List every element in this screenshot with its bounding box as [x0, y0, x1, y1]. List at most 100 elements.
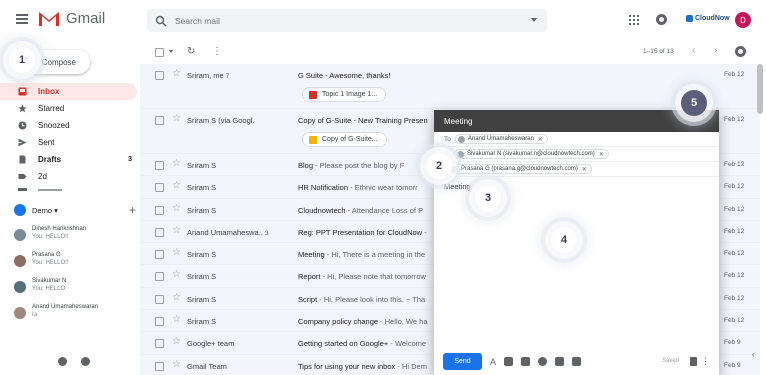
photo-icon[interactable] — [572, 356, 582, 366]
star-icon[interactable]: ☆ — [172, 247, 181, 258]
gmail-logo[interactable]: Gmail — [38, 10, 105, 27]
sidebar-item-sent[interactable]: Sent — [0, 134, 140, 151]
contact-item[interactable]: Sivakumar N You: HELLO — [14, 278, 138, 302]
sidebar-item-label: Inbox — [38, 87, 60, 96]
settings-gear-icon[interactable] — [735, 46, 746, 57]
recipient-chip[interactable]: Prasana G (prasana.g@cloudnowtech.com) ✕ — [448, 164, 592, 174]
email-subject: Report - Hi, Please note that tomorrow — [298, 272, 426, 281]
contact-item[interactable]: Dinesh Harikrishnan You: HELLO!! — [14, 226, 138, 250]
apps-grid-icon[interactable] — [629, 15, 639, 25]
to-field-line-2[interactable]: Sivakumar N (sivakumar.n@cloudnowtech.co… — [434, 147, 719, 162]
search-bar[interactable] — [147, 9, 547, 32]
search-input[interactable] — [175, 15, 515, 26]
drive-icon[interactable] — [555, 356, 565, 366]
search-options-icon[interactable] — [531, 18, 537, 22]
sidebar-item-drafts[interactable]: Drafts 3 — [0, 151, 140, 168]
brand-logo[interactable]: CloudNow — [686, 15, 730, 22]
star-icon[interactable]: ☆ — [172, 113, 181, 124]
attachment-chip[interactable]: Copy of G-Suite... — [302, 132, 387, 147]
star-icon[interactable]: ☆ — [172, 203, 181, 214]
star-icon[interactable]: ☆ — [172, 180, 181, 191]
row-checkbox[interactable] — [155, 183, 164, 193]
row-checkbox[interactable] — [155, 71, 164, 80]
row-checkbox[interactable] — [155, 339, 164, 349]
remove-recipient-icon[interactable]: ✕ — [582, 166, 587, 173]
row-checkbox[interactable] — [155, 250, 164, 260]
star-icon[interactable]: ☆ — [172, 225, 181, 236]
emoji-icon[interactable] — [538, 356, 548, 366]
side-panel-toggle-icon[interactable]: ‹ — [752, 350, 755, 359]
next-page-icon[interactable]: › — [714, 45, 717, 56]
subject-text: Getting started on Google+ — [298, 339, 389, 349]
notifications-icon[interactable] — [656, 14, 667, 25]
row-checkbox[interactable] — [155, 227, 164, 237]
recipient-chip[interactable]: Sivakumar N (sivakumar.n@cloudnowtech.co… — [454, 149, 609, 159]
row-checkbox[interactable] — [155, 116, 164, 125]
list-scrollbar[interactable] — [757, 64, 763, 114]
remove-recipient-icon[interactable]: ✕ — [538, 136, 543, 143]
to-field-line-3[interactable]: Prasana G (prasana.g@cloudnowtech.com) ✕ — [434, 162, 719, 177]
contact-item[interactable]: Prasana G You: HELLO!! — [14, 252, 138, 276]
star-icon[interactable]: ☆ — [172, 68, 181, 79]
star-icon[interactable]: ☆ — [172, 336, 181, 347]
sidebar-item-label: Drafts — [38, 155, 62, 164]
to-field[interactable]: To Anand Umamaheswaran ✕ — [434, 132, 719, 147]
account-caret-icon[interactable]: ▾ — [52, 206, 58, 215]
send-button[interactable]: Send — [443, 352, 482, 370]
email-row[interactable]: ☆ Sriram, me 7 G Suite - Awesome, thanks… — [140, 64, 760, 109]
sender-name: Sriram S — [187, 272, 217, 282]
more-options-icon[interactable]: ⋮ — [212, 46, 222, 57]
formatting-icon[interactable]: A — [490, 357, 496, 367]
chat-icon[interactable] — [81, 357, 90, 366]
contact-status: You: HELLO!! — [32, 233, 69, 240]
recipient-avatar — [451, 165, 458, 173]
account-avatar[interactable]: D — [735, 12, 751, 28]
remove-recipient-icon[interactable]: ✕ — [599, 151, 604, 158]
star-icon[interactable]: ☆ — [172, 158, 181, 169]
contact-item[interactable]: Anand Umamaheswaran ra — [14, 304, 138, 328]
link-icon[interactable] — [521, 356, 531, 366]
row-checkbox[interactable] — [155, 272, 164, 282]
recipient-chip[interactable]: Anand Umamaheswaran ✕ — [454, 134, 548, 144]
row-checkbox[interactable] — [155, 205, 164, 215]
sidebar-item-2d[interactable]: 2d — [0, 168, 140, 185]
contact-avatar — [14, 281, 26, 293]
row-checkbox[interactable] — [155, 361, 164, 371]
refresh-icon[interactable]: ↻ — [187, 46, 195, 57]
main-menu-icon[interactable] — [16, 14, 28, 24]
person-icon[interactable] — [58, 357, 67, 366]
prev-page-icon[interactable]: ‹ — [692, 45, 695, 56]
email-sender: Gmail Team — [187, 362, 287, 371]
star-icon[interactable]: ☆ — [172, 269, 181, 280]
discard-draft-icon[interactable] — [690, 356, 697, 366]
more-options-icon[interactable]: ⋮ — [701, 356, 710, 367]
attach-icon[interactable] — [504, 356, 514, 366]
sidebar-item-label: Sent — [38, 138, 55, 147]
email-date: Feb 12 — [724, 272, 745, 280]
select-all-checkbox[interactable] — [155, 48, 164, 57]
inbox-icon — [18, 87, 27, 96]
email-sender: Sriram S — [187, 206, 287, 215]
subject-text: Cloudnowtech — [298, 205, 346, 215]
row-checkbox[interactable] — [155, 317, 164, 327]
email-sender: Anand Umamaheswa.. 3 — [187, 228, 287, 237]
sender-name: Sriram S — [187, 317, 217, 327]
attachment-chip[interactable]: Topic 1 Image 1... — [302, 87, 387, 102]
add-contact-icon[interactable]: + — [129, 203, 136, 217]
sidebar-item-inbox[interactable]: Inbox — [0, 83, 137, 100]
sender-name: Sriram S — [187, 161, 217, 170]
hangouts-footer — [58, 357, 90, 366]
sidebar-item-snoozed[interactable]: Snoozed — [0, 117, 140, 134]
row-checkbox[interactable] — [155, 161, 164, 170]
search-icon[interactable] — [155, 15, 167, 27]
star-icon[interactable]: ☆ — [172, 359, 181, 370]
compose-header[interactable]: Meeting — [434, 110, 719, 132]
hangouts-account[interactable]: Demo ▾ + — [14, 203, 136, 217]
sidebar-item-starred[interactable]: Starred — [0, 100, 140, 117]
recipient-name: Sivakumar N (sivakumar.n@cloudnowtech.co… — [467, 151, 595, 157]
row-checkbox[interactable] — [155, 294, 164, 304]
star-icon[interactable]: ☆ — [172, 292, 181, 303]
star-icon[interactable]: ☆ — [172, 314, 181, 325]
select-caret-icon[interactable] — [169, 50, 173, 53]
sender-name: Sriram S (via Googl. — [187, 116, 255, 125]
